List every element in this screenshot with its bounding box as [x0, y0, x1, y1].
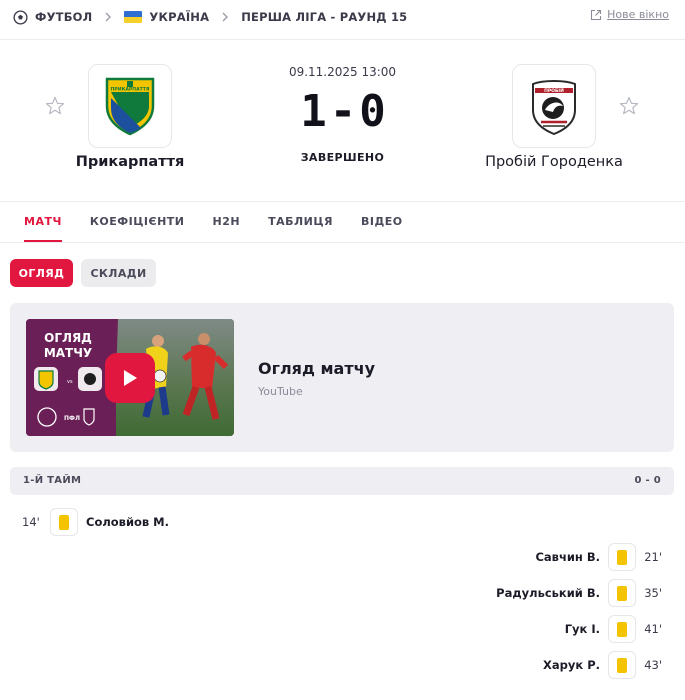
external-link-icon: [591, 9, 602, 20]
tab-match[interactable]: МАТЧ: [10, 202, 76, 242]
score-separator: -: [329, 86, 356, 137]
event-row: Радульський В. 35': [496, 579, 662, 607]
play-button[interactable]: [105, 353, 155, 403]
thumb-title-line1: ОГЛЯД: [44, 331, 92, 345]
yellow-card-icon: [608, 615, 636, 643]
event-minute: 41': [644, 622, 662, 636]
event-minute: 14': [22, 515, 40, 529]
yellow-card-icon: [50, 508, 78, 536]
breadcrumb-country[interactable]: УКРАЇНА: [149, 10, 209, 24]
subtab-review[interactable]: ОГЛЯД: [10, 259, 73, 287]
thumb-league-text: ПФЛ: [64, 415, 80, 422]
chevron-right-icon: [100, 9, 116, 25]
subtab-lineups[interactable]: СКЛАДИ: [81, 259, 156, 287]
event-player[interactable]: Савчин В.: [535, 550, 600, 564]
favorite-away-star-icon[interactable]: [619, 96, 639, 116]
ukraine-flag-icon: [124, 11, 143, 23]
event-row: 14' Соловйов М.: [22, 508, 169, 536]
event-player[interactable]: Радульський В.: [496, 586, 600, 600]
home-score: 1: [300, 86, 326, 137]
yellow-card-icon: [608, 651, 636, 679]
breadcrumb-league[interactable]: ПЕРША ЛІГА - РАУНД 15: [241, 10, 407, 24]
tab-table[interactable]: ТАБЛИЦЯ: [254, 202, 347, 242]
event-minute: 43': [644, 658, 662, 672]
yellow-card-icon: [608, 543, 636, 571]
svg-text:vs: vs: [67, 379, 73, 385]
breadcrumb: ФУТБОЛ УКРАЇНА ПЕРША ЛІГА - РАУНД 15: [0, 0, 685, 34]
away-team-name[interactable]: Пробій Городенка: [444, 154, 664, 170]
match-tabs: МАТЧ КОЕФІЦІЄНТИ H2H ТАБЛИЦЯ ВІДЕО: [10, 202, 417, 242]
football-icon: [13, 9, 28, 25]
event-row: Гук І. 41': [565, 615, 662, 643]
event-player[interactable]: Соловйов М.: [86, 515, 169, 529]
video-title[interactable]: Огляд матчу: [258, 359, 375, 378]
event-minute: 21': [644, 550, 662, 564]
divider: [0, 242, 685, 243]
tab-h2h[interactable]: H2H: [199, 202, 255, 242]
divider: [0, 39, 685, 40]
yellow-card-icon: [608, 579, 636, 607]
video-source: YouTube: [258, 385, 303, 398]
event-minute: 35': [644, 586, 662, 600]
play-icon: [124, 370, 137, 386]
half-header: 1-Й ТАЙМ 0 - 0: [10, 467, 674, 495]
away-score: 0: [359, 86, 385, 137]
thumb-title-line2: МАТЧУ: [44, 346, 92, 360]
event-player[interactable]: Харук Р.: [543, 658, 600, 672]
tab-odds[interactable]: КОЕФІЦІЄНТИ: [76, 202, 199, 242]
event-player[interactable]: Гук І.: [565, 622, 600, 636]
half-score: 0 - 0: [634, 475, 661, 486]
chevron-right-icon: [217, 9, 233, 25]
video-card[interactable]: ОГЛЯД МАТЧУ vs ПФЛ Огляд матчу YouTube: [10, 303, 674, 452]
event-row: Харук Р. 43': [543, 651, 662, 679]
half-label: 1-Й ТАЙМ: [23, 475, 82, 486]
new-window-link[interactable]: Нове вікно: [590, 8, 669, 21]
away-team-logo[interactable]: ПРОБІЙ: [512, 64, 596, 148]
new-window-label: Нове вікно: [607, 8, 669, 21]
event-row: Савчин В. 21': [535, 543, 662, 571]
breadcrumb-sport[interactable]: ФУТБОЛ: [35, 10, 92, 24]
tab-video[interactable]: ВІДЕО: [347, 202, 417, 242]
